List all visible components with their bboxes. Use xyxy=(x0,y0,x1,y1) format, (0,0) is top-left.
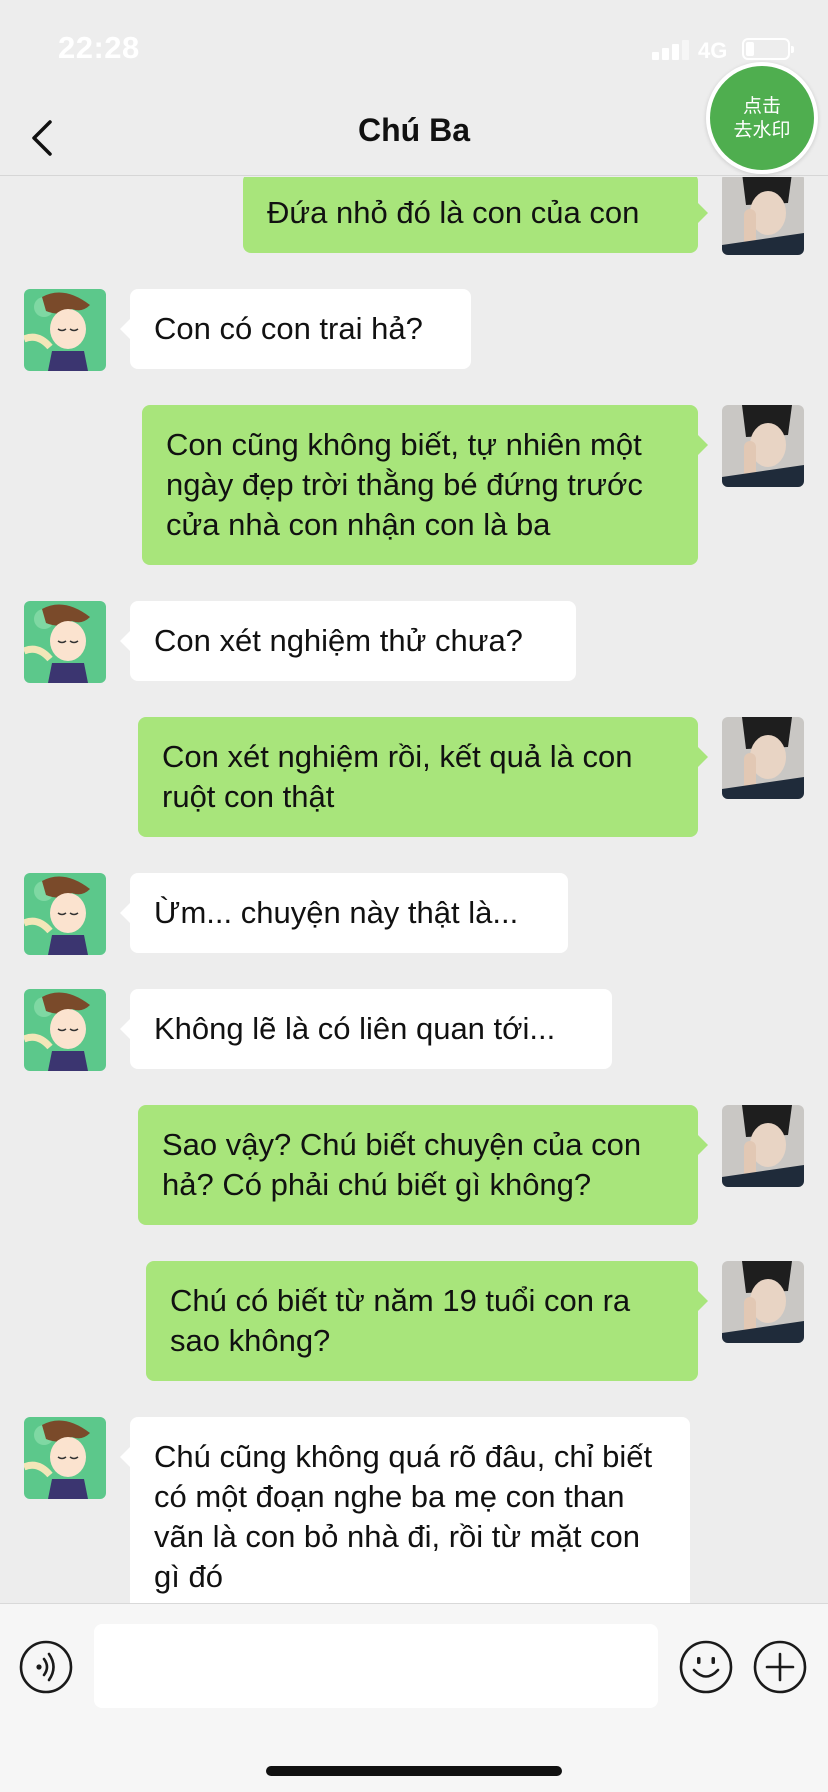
emoji-icon xyxy=(679,1640,733,1694)
received-message-bubble[interactable]: Ừm... chuyện này thật là... xyxy=(120,873,568,953)
sent-message-bubble[interactable]: Chú có biết từ năm 19 tuổi con ra sao kh… xyxy=(146,1261,708,1381)
message-text: Con cũng không biết, tự nhiên một ngày đ… xyxy=(166,427,643,542)
my-avatar[interactable] xyxy=(722,177,804,255)
home-indicator[interactable] xyxy=(266,1766,562,1776)
plus-button[interactable] xyxy=(752,1639,808,1695)
watermark-badge-line2: 去水印 xyxy=(733,119,791,141)
message-list[interactable]: Đứa nhỏ đó là con của con Con có con tra… xyxy=(0,177,828,1603)
message-text: Con xét nghiệm thử chưa? xyxy=(154,623,523,658)
received-message-bubble[interactable]: Chú cũng không quá rõ đâu, chỉ biết có m… xyxy=(120,1417,690,1603)
status-time: 22:28 xyxy=(58,30,140,65)
chat-title: Chú Ba xyxy=(358,112,470,148)
plus-icon xyxy=(753,1640,807,1694)
voice-icon xyxy=(19,1640,73,1694)
my-avatar[interactable] xyxy=(722,405,804,487)
message-text: Ừm... chuyện này thật là... xyxy=(154,895,519,930)
message-text: Con có con trai hả? xyxy=(154,311,423,346)
contact-avatar[interactable] xyxy=(24,873,106,955)
received-message-bubble[interactable]: Con xét nghiệm thử chưa? xyxy=(120,601,576,681)
message-text: Chú có biết từ năm 19 tuổi con ra sao kh… xyxy=(170,1283,631,1358)
message-text: Chú cũng không quá rõ đâu, chỉ biết có m… xyxy=(154,1439,653,1594)
watermark-badge-line1: 点击 xyxy=(742,95,781,117)
message-text: Đứa nhỏ đó là con của con xyxy=(267,195,640,230)
contact-avatar[interactable] xyxy=(24,601,106,683)
message-input[interactable] xyxy=(94,1624,658,1708)
message-text: Không lẽ là có liên quan tới... xyxy=(154,1011,556,1046)
message-text: Con xét nghiệm rồi, kết quả là con ruột … xyxy=(162,739,633,814)
sent-message-bubble[interactable]: Con cũng không biết, tự nhiên một ngày đ… xyxy=(142,405,708,565)
sent-message-bubble[interactable]: Sao vậy? Chú biết chuyện của con hả? Có … xyxy=(138,1105,708,1225)
chat-header: Chú Ba xyxy=(0,100,828,176)
sent-message-bubble[interactable]: Con xét nghiệm rồi, kết quả là con ruột … xyxy=(138,717,708,837)
received-message-bubble[interactable]: Không lẽ là có liên quan tới... xyxy=(120,989,612,1069)
contact-avatar[interactable] xyxy=(24,1417,106,1499)
sent-message-bubble[interactable]: Đứa nhỏ đó là con của con xyxy=(243,177,708,253)
voice-button[interactable] xyxy=(18,1639,74,1695)
contact-avatar[interactable] xyxy=(24,989,106,1071)
signal-icon xyxy=(652,40,692,60)
received-message-bubble[interactable]: Con có con trai hả? xyxy=(120,289,471,369)
status-bar: 22:28 4G xyxy=(0,0,828,100)
my-avatar[interactable] xyxy=(722,1261,804,1343)
my-avatar[interactable] xyxy=(722,1105,804,1187)
battery-icon xyxy=(742,38,794,60)
message-text: Sao vậy? Chú biết chuyện của con hả? Có … xyxy=(162,1127,642,1202)
remove-watermark-button[interactable]: 点击 去水印 xyxy=(706,62,818,174)
contact-avatar[interactable] xyxy=(24,289,106,371)
network-type: 4G xyxy=(698,38,728,63)
my-avatar[interactable] xyxy=(722,717,804,799)
emoji-button[interactable] xyxy=(678,1639,734,1695)
input-bar xyxy=(0,1603,828,1792)
